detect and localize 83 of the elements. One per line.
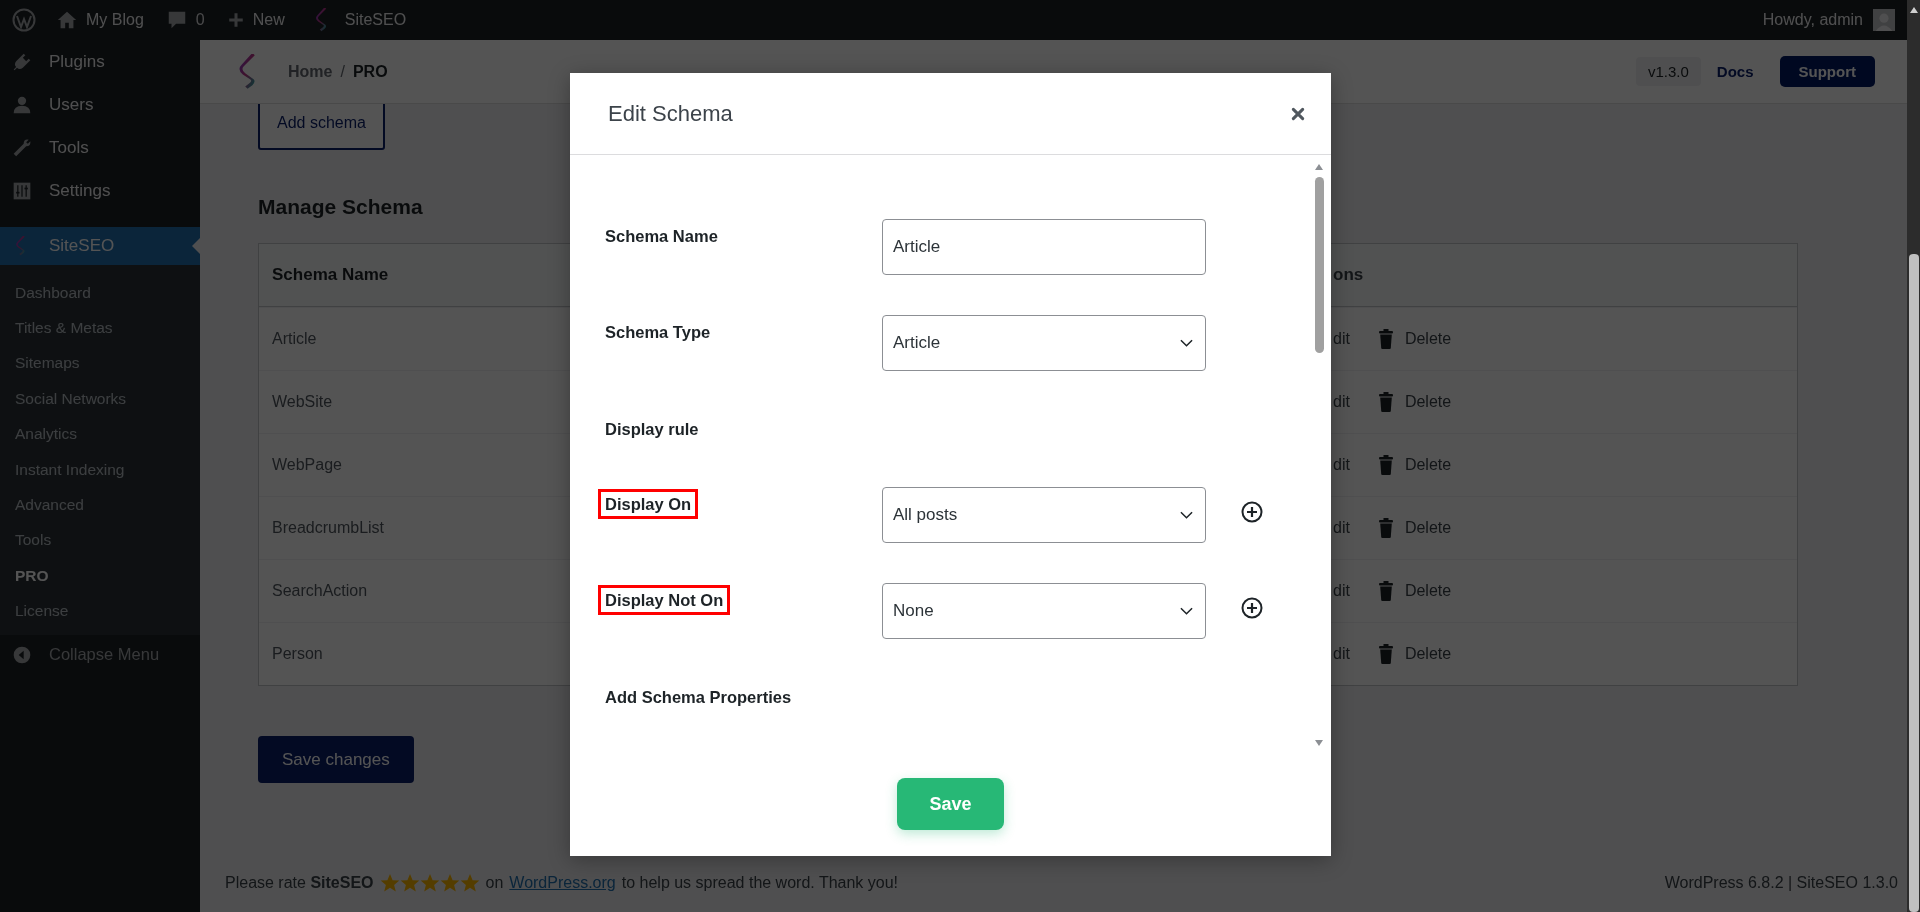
version-text: WordPress 6.8.2 | SiteSEO 1.3.0 — [1664, 874, 1898, 892]
select-field[interactable]: None — [882, 583, 1206, 639]
edit-link[interactable]: dit — [1333, 519, 1350, 537]
scroll-down-icon[interactable] — [1314, 739, 1324, 747]
table-cell: Person — [272, 645, 323, 663]
table-cell: WebSite — [272, 393, 333, 411]
greeting-link[interactable]: Howdy, admin — [1762, 11, 1863, 29]
menu-item[interactable]: Tools — [0, 126, 200, 169]
star-icon — [439, 873, 460, 893]
text-field[interactable]: Article — [882, 219, 1206, 275]
chevron-down-icon — [1180, 339, 1193, 347]
section-label: Add Schema Properties — [604, 686, 793, 708]
edit-link[interactable]: dit — [1333, 645, 1350, 663]
edit-link[interactable]: dit — [1333, 330, 1350, 348]
edit-link[interactable]: dit — [1333, 456, 1350, 474]
breadcrumb-current: PRO — [352, 62, 388, 81]
delete-link[interactable]: Delete — [1404, 393, 1452, 411]
menu-item[interactable]: Users — [0, 83, 200, 126]
home-icon[interactable] — [56, 9, 78, 31]
submenu-item[interactable]: PRO — [0, 558, 200, 594]
table-cell: WebPage — [272, 456, 342, 474]
wordpress-logo-icon[interactable] — [12, 8, 36, 32]
section-label: Display rule — [604, 418, 700, 440]
rating-text: to help us spread the word. Thank you! — [621, 874, 899, 892]
support-button[interactable]: Support — [1779, 56, 1875, 87]
version-badge: v1.3.0 — [1635, 57, 1701, 86]
column-header: Schema Name — [272, 265, 389, 285]
plug-icon — [12, 51, 32, 72]
field-label: Schema Name — [604, 226, 719, 247]
sliders-icon — [12, 180, 32, 201]
breadcrumb-separator: / — [340, 62, 345, 81]
dialog-title: Edit Schema — [608, 100, 733, 127]
trash-icon[interactable] — [1377, 581, 1394, 601]
page-scrollbar[interactable] — [1907, 0, 1920, 912]
wordpress-link[interactable]: WordPress.org — [509, 874, 616, 892]
new-link[interactable]: New — [252, 11, 285, 29]
trash-icon[interactable] — [1377, 518, 1394, 538]
star-icon — [379, 873, 400, 893]
wrench-icon — [12, 137, 32, 158]
user-icon — [12, 94, 32, 115]
rating-text: on — [485, 874, 504, 892]
trash-icon[interactable] — [1377, 392, 1394, 412]
column-header: ons — [1333, 265, 1364, 285]
table-cell: BreadcrumbList — [272, 519, 385, 537]
save-button[interactable]: Save — [897, 778, 1004, 830]
menu-item[interactable]: Plugins — [0, 40, 200, 83]
field-label: Display On — [598, 489, 699, 519]
add-schema-button[interactable]: Add schema — [258, 104, 385, 150]
star-icon — [419, 873, 440, 893]
edit-link[interactable]: dit — [1333, 582, 1350, 600]
trash-icon[interactable] — [1377, 329, 1394, 349]
field-label: Display Not On — [598, 585, 731, 615]
delete-link[interactable]: Delete — [1404, 330, 1452, 348]
plugin-link[interactable]: SiteSEO — [344, 11, 407, 29]
table-cell: SearchAction — [272, 582, 368, 600]
star-icon — [459, 873, 480, 893]
delete-link[interactable]: Delete — [1404, 645, 1452, 663]
field-label: Schema Type — [604, 322, 712, 343]
close-icon[interactable] — [1291, 106, 1305, 121]
collapse-icon — [12, 644, 32, 665]
select-field[interactable]: All posts — [882, 487, 1206, 543]
delete-link[interactable]: Delete — [1404, 456, 1452, 474]
site-name-link[interactable]: My Blog — [86, 11, 144, 29]
docs-link[interactable]: Docs — [1716, 63, 1754, 80]
chevron-down-icon — [1180, 607, 1193, 615]
star-icon — [399, 873, 420, 893]
rating-text: Please rate SiteSEO — [225, 874, 374, 892]
scroll-thumb[interactable] — [1314, 177, 1324, 353]
trash-icon[interactable] — [1377, 455, 1394, 475]
star-rating[interactable] — [379, 873, 480, 893]
save-changes-button[interactable]: Save changes — [258, 736, 414, 783]
section-title: Manage Schema — [258, 194, 423, 220]
delete-link[interactable]: Delete — [1404, 519, 1452, 537]
delete-link[interactable]: Delete — [1404, 582, 1452, 600]
menu-item[interactable]: Settings — [0, 169, 200, 212]
edit-link[interactable]: dit — [1333, 393, 1350, 411]
scroll-up-icon[interactable] — [1908, 6, 1919, 14]
trash-icon[interactable] — [1377, 644, 1394, 664]
select-field[interactable]: Article — [882, 315, 1206, 371]
chevron-down-icon — [1180, 511, 1193, 519]
menu-item[interactable]: SiteSEO — [0, 227, 200, 265]
table-cell: Article — [272, 330, 317, 348]
plus-icon[interactable] — [226, 11, 245, 29]
